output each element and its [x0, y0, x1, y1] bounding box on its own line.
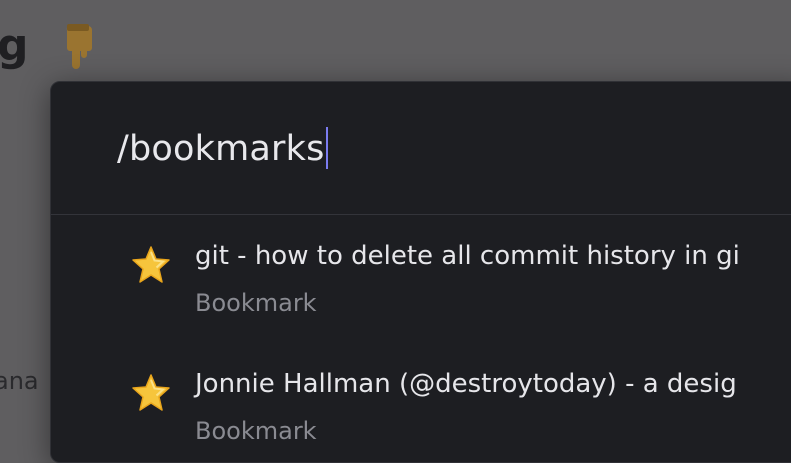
- star-icon: [132, 374, 170, 411]
- search-input[interactable]: /bookmarks: [117, 127, 328, 169]
- command-palette: /bookmarks git - how to delete all commi…: [50, 81, 791, 463]
- result-subtitle: Bookmark: [195, 417, 317, 445]
- result-item[interactable]: Jonnie Hallman (@destroytoday) - a desig…: [51, 356, 791, 462]
- search-row: /bookmarks: [51, 82, 791, 215]
- result-item[interactable]: git - how to delete all commit history i…: [51, 228, 791, 348]
- pointing-down-hand-emoji-icon: [66, 24, 92, 69]
- search-input-value: /bookmarks: [117, 129, 325, 169]
- result-title: git - how to delete all commit history i…: [195, 241, 740, 271]
- text-caret: [325, 127, 328, 169]
- star-icon: [132, 246, 170, 283]
- background-side-text: ana: [0, 367, 39, 395]
- result-subtitle: Bookmark: [195, 289, 317, 317]
- background-page-heading: g: [0, 20, 29, 71]
- result-title: Jonnie Hallman (@destroytoday) - a desig: [195, 369, 737, 399]
